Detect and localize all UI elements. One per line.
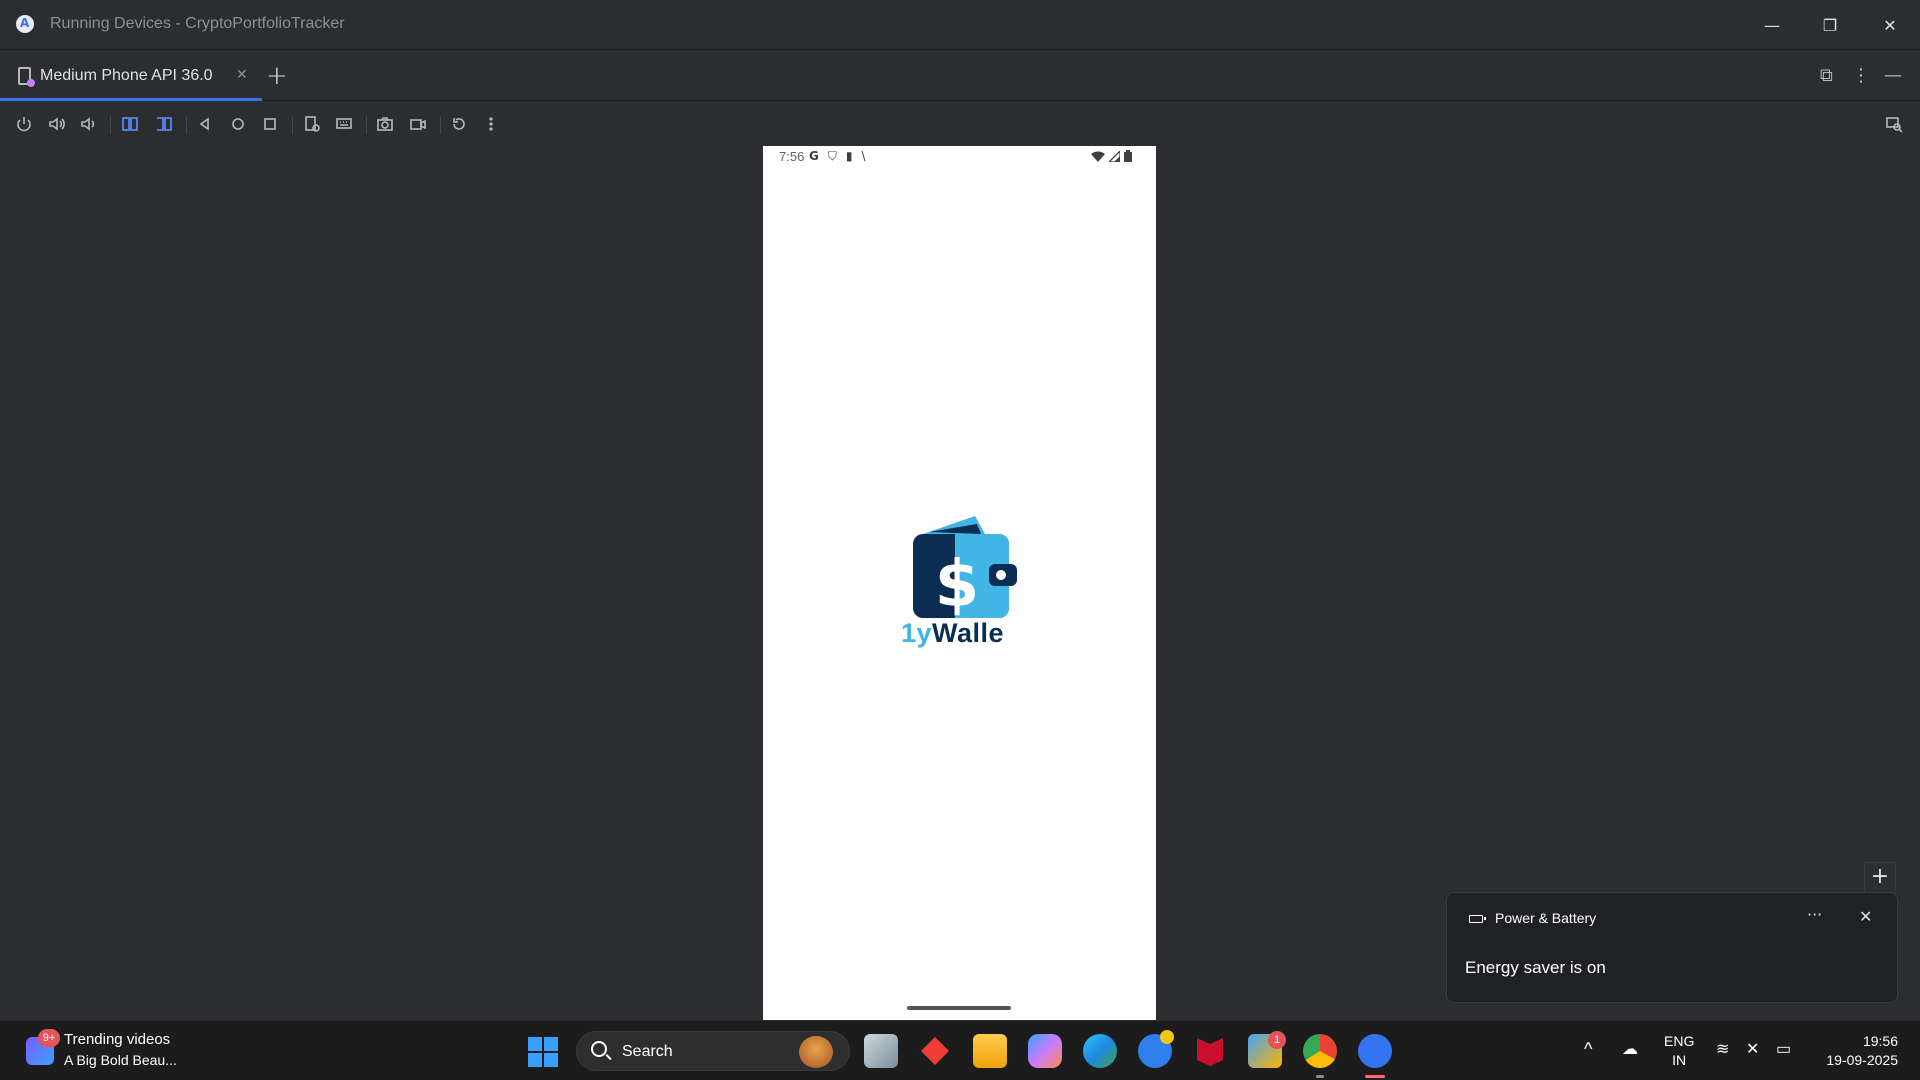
android-studio-taskbar-icon[interactable] (1358, 1034, 1392, 1068)
volume-muted-icon[interactable]: ✕ (1746, 1039, 1759, 1059)
slash-icon: \ (861, 149, 866, 163)
title-bar: Running Devices - CryptoPortfolioTracker… (0, 0, 1920, 50)
tab-label: Medium Phone API 36.0 (40, 67, 213, 84)
rotate-right-icon[interactable] (152, 112, 176, 136)
app-name-text: 1yWalle (901, 618, 1005, 648)
status-time: 7:56 (779, 149, 805, 164)
widget-title[interactable]: Trending videos (64, 1031, 170, 1048)
device-screen[interactable]: 7:56 G ⛉ ▮ \ $ 1yWalle (763, 146, 1156, 1020)
search-label: Search (622, 1043, 673, 1060)
help-icon[interactable] (1138, 1030, 1174, 1068)
taskbar: 9+ Trending videos A Big Bold Beau... Se… (0, 1020, 1920, 1080)
search-highlight-icon (799, 1036, 833, 1068)
start-button[interactable] (528, 1037, 558, 1067)
chrome-icon[interactable] (1303, 1034, 1337, 1068)
taskbar-search-box[interactable]: Search (576, 1031, 850, 1071)
widgets-badge: 9+ (38, 1029, 60, 1047)
status-notification-icons: G ⛉ ▮ \ (809, 149, 866, 164)
gesture-nav-handle[interactable] (907, 1006, 1011, 1010)
tab-close-icon[interactable]: ✕ (236, 67, 248, 83)
volume-down-icon[interactable] (76, 112, 100, 136)
device-tab-bar: Medium Phone API 36.0 ✕ + ⧉ ⋮ — (0, 51, 1920, 101)
minimize-button[interactable]: — (1752, 10, 1792, 40)
screenshot-icon[interactable] (373, 112, 397, 136)
add-button[interactable]: + (1864, 862, 1896, 894)
store-badge: 1 (1268, 1031, 1286, 1049)
android-studio-icon (16, 15, 34, 33)
restore-button[interactable]: ❐ (1810, 10, 1850, 40)
sd-card-icon: ▮ (845, 149, 853, 163)
widget-subtitle[interactable]: A Big Bold Beau... (64, 1052, 177, 1068)
battery-saver-icon (1469, 915, 1486, 923)
search-icon (591, 1041, 607, 1057)
edge-icon[interactable] (1083, 1034, 1117, 1068)
options-menu-icon[interactable]: ⋮ (1852, 65, 1870, 86)
hide-panel-icon[interactable]: — (1884, 65, 1902, 86)
wifi-taskbar-icon[interactable]: ≋ (1716, 1039, 1729, 1059)
notification-close-icon[interactable]: ✕ (1859, 907, 1872, 926)
wifi-icon (1091, 151, 1105, 162)
device-toolbar (0, 102, 1920, 146)
back-icon[interactable] (193, 112, 217, 136)
copilot-icon[interactable] (1028, 1034, 1062, 1068)
battery-icon (1124, 150, 1132, 162)
clock[interactable]: 19:56 19-09-2025 (1808, 1032, 1898, 1070)
power-icon[interactable] (12, 112, 36, 136)
google-icon: G (809, 149, 819, 163)
rotate-left-icon[interactable] (118, 112, 142, 136)
overview-icon[interactable] (258, 112, 282, 136)
signal-icon (1109, 150, 1120, 162)
show-hidden-icons[interactable]: ^ (1584, 1039, 1592, 1060)
notification-more-icon[interactable]: ··· (1807, 905, 1822, 924)
notification-toast[interactable]: Power & Battery ··· ✕ Energy saver is on (1446, 892, 1898, 1003)
shield-icon: ⛉ (827, 149, 837, 163)
battery-taskbar-icon[interactable]: ▭ (1776, 1039, 1791, 1059)
external-window-icon[interactable]: ⧉ (1820, 65, 1833, 86)
window-title: Running Devices - CryptoPortfolioTracker (50, 15, 345, 32)
reset-icon[interactable] (447, 112, 471, 136)
language-indicator[interactable]: ENG IN (1664, 1032, 1694, 1070)
status-system-icons (1091, 150, 1132, 162)
device-settings-icon[interactable] (300, 112, 324, 136)
tab-medium-phone[interactable]: Medium Phone API 36.0 ✕ (0, 51, 262, 101)
notification-source: Power & Battery (1495, 910, 1597, 926)
device-explorer-icon[interactable] (1882, 112, 1906, 136)
svg-text:$: $ (935, 548, 980, 618)
keyboard-icon[interactable] (332, 112, 356, 136)
mcafee-icon[interactable] (1193, 1034, 1227, 1068)
file-explorer-icon[interactable] (973, 1034, 1007, 1068)
task-view-icon[interactable] (864, 1034, 898, 1068)
more-icon[interactable] (479, 112, 503, 136)
home-icon[interactable] (226, 112, 250, 136)
volume-up-icon[interactable] (45, 112, 69, 136)
add-device-tab-button[interactable]: + (266, 61, 288, 91)
anydesk-icon[interactable] (918, 1034, 952, 1068)
phone-device-icon (18, 67, 35, 87)
close-window-button[interactable]: ✕ (1870, 10, 1910, 40)
notification-body: Energy saver is on (1465, 958, 1606, 977)
onedrive-icon[interactable]: ☁ (1622, 1039, 1638, 1059)
screen-record-icon[interactable] (406, 112, 430, 136)
